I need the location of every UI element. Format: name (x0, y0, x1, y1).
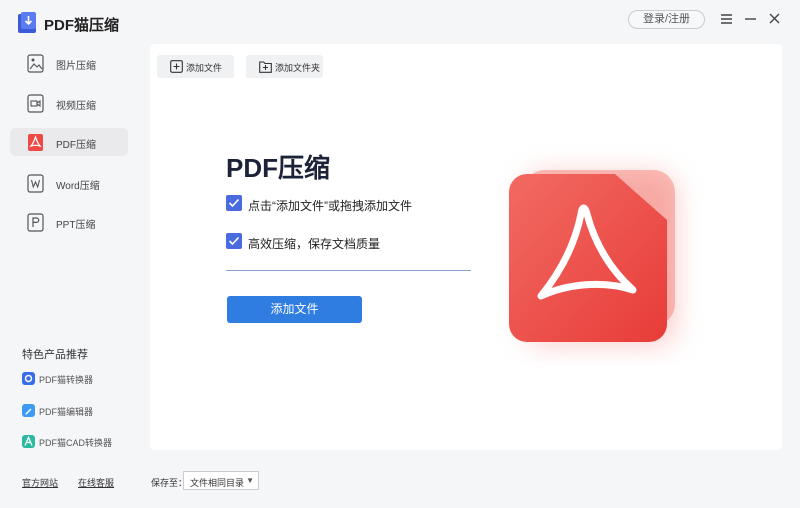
sidebar-item-label: 图片压缩 (56, 61, 96, 72)
pdf-file-illustration-icon (509, 170, 675, 344)
divider (226, 270, 471, 271)
pdf-editor-icon (22, 404, 35, 417)
word-icon (27, 174, 44, 193)
sidebar-item-ppt-compress[interactable]: PPT压缩 (10, 208, 128, 236)
cad-converter-icon (22, 435, 35, 448)
title-bar: PDF猫压缩 登录/注册 (0, 0, 800, 40)
pdf-icon (28, 134, 43, 151)
official-website-link[interactable]: 官方网站 (22, 476, 58, 489)
main-panel: 添加文件 添加文件夹 PDF压缩 点击“添加文件”或拖拽添加文件 高效压缩，保存… (150, 44, 782, 450)
add-folder-label: 添加文件夹 (275, 63, 321, 73)
recommend-label: PDF猫编辑器 (39, 407, 94, 417)
check-row-add-file: 点击“添加文件”或拖拽添加文件 (226, 195, 486, 213)
sidebar-item-label: PDF压缩 (56, 140, 96, 151)
checkbox-quality[interactable] (226, 233, 242, 249)
checkbox-add-file[interactable] (226, 195, 242, 211)
app-logo-icon (18, 12, 36, 33)
recommend-label: PDF猫CAD转换器 (39, 438, 113, 448)
save-to-label: 保存至： (151, 478, 188, 488)
add-file-label: 添加文件 (186, 63, 223, 73)
add-folder-icon (259, 61, 272, 73)
recommend-pdf-converter[interactable]: PDF猫转换器 (22, 371, 132, 387)
add-file-primary-button[interactable]: 添加文件 (227, 296, 362, 323)
checkbox-label: 高效压缩，保存文档质量 (248, 237, 381, 251)
recommend-title: 特色产品推荐 (22, 349, 88, 361)
image-icon (27, 54, 44, 73)
check-row-quality: 高效压缩，保存文档质量 (226, 233, 486, 251)
sidebar-item-label: 视频压缩 (56, 101, 96, 112)
close-icon[interactable] (764, 8, 784, 30)
sidebar-item-label: PPT压缩 (56, 220, 96, 231)
save-to-value: 文件相同目录 (190, 478, 245, 488)
recommend-label: PDF猫转换器 (39, 375, 94, 385)
recommend-pdf-editor[interactable]: PDF猫编辑器 (22, 403, 132, 419)
minimize-icon[interactable] (740, 8, 760, 30)
checkbox-label: 点击“添加文件”或拖拽添加文件 (248, 199, 412, 213)
add-folder-button[interactable]: 添加文件夹 (246, 55, 323, 78)
sidebar-item-video-compress[interactable]: 视频压缩 (10, 89, 128, 117)
add-file-button[interactable]: 添加文件 (157, 55, 234, 78)
add-file-icon (170, 60, 183, 73)
chevron-down-icon: ▼ (246, 476, 254, 485)
online-support-link[interactable]: 在线客服 (78, 476, 114, 489)
pdf-converter-icon (22, 372, 35, 385)
page-title: PDF压缩 (226, 153, 331, 183)
sidebar-item-image-compress[interactable]: 图片压缩 (10, 49, 128, 77)
sidebar-item-label: Word压缩 (56, 181, 100, 192)
app-title: PDF猫压缩 (44, 17, 120, 34)
recommend-cad-converter[interactable]: PDF猫CAD转换器 (22, 434, 132, 450)
ppt-icon (27, 213, 44, 232)
login-register-button[interactable]: 登录/注册 (628, 10, 705, 29)
video-icon (27, 94, 44, 113)
sidebar-item-word-compress[interactable]: Word压缩 (10, 169, 128, 197)
menu-icon[interactable] (716, 8, 736, 30)
sidebar-item-pdf-compress[interactable]: PDF压缩 (10, 128, 128, 156)
save-to-select[interactable]: 文件相同目录 ▼ (183, 471, 259, 490)
